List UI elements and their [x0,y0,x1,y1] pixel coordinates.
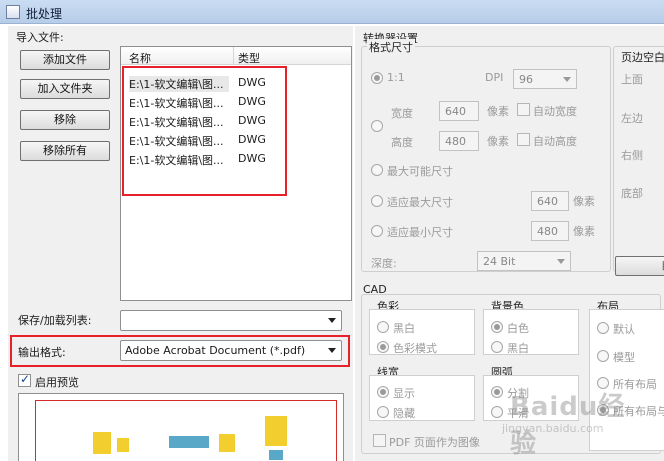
color-bw-label: 黑白 [393,322,415,335]
preview-drawing-block [169,436,209,448]
enable-preview-label: 启用预览 [35,376,79,389]
width-unit: 像素 [487,105,509,118]
color-mode-radio[interactable] [377,341,389,353]
margins-title: 页边空白 [619,49,664,65]
save-list-label: 保存/加载列表: [18,314,92,327]
preview-pane [18,393,344,461]
ratio-label: 1:1 [387,71,405,84]
remove-button[interactable]: 移除 [20,110,110,130]
fit-max-radio[interactable] [371,195,383,207]
dpi-label: DPI [485,71,504,84]
custom-size-radio[interactable] [371,120,383,132]
depth-label: 深度: [371,257,397,270]
depth-combo[interactable]: 24 Bit [477,251,571,271]
layout-all-with-radio[interactable] [597,404,609,416]
fit-min-field[interactable]: 480 [531,221,569,241]
add-file-button[interactable]: 添加文件 [20,50,110,70]
preview-drawing-block [265,416,287,446]
output-format-highlight [10,335,350,367]
arc-split-radio[interactable] [491,386,503,398]
add-folder-button[interactable]: 加入文件夹 [20,79,110,99]
max-possible-radio[interactable] [371,164,383,176]
background-bw-radio[interactable] [491,341,503,353]
width-value: 640 [445,105,466,118]
layout-model-radio[interactable] [597,350,609,362]
auto-width-label: 自动宽度 [533,105,577,118]
max-possible-label: 最大可能尺寸 [387,165,453,178]
lineweight-hide-radio[interactable] [377,406,389,418]
enable-preview-checkbox[interactable] [18,372,31,387]
preview-drawing-block [93,432,111,454]
lineweight-show-label: 显示 [393,387,415,400]
ratio-radio[interactable] [371,72,383,84]
layout-default-radio[interactable] [597,322,609,334]
margin-right-label: 右侧 [621,149,643,162]
left-pane: 导入文件: 添加文件 加入文件夹 移除 移除所有 名称 类型 E:\1-软文编辑… [8,26,353,461]
chevron-down-icon [328,318,336,323]
fit-max-value: 640 [537,195,558,208]
window-title: 批处理 [26,7,63,21]
column-separator [233,47,234,65]
format-size-title: 格式尺寸 [367,39,415,55]
height-value: 480 [445,135,466,148]
fit-min-radio[interactable] [371,225,383,237]
dpi-combo[interactable]: 96 [513,69,577,89]
background-bw-label: 黑白 [507,342,529,355]
height-unit: 像素 [487,135,509,148]
width-field[interactable]: 640 [439,101,479,121]
fit-max-field[interactable]: 640 [531,191,569,211]
fit-min-label: 适应最小尺寸 [387,226,453,239]
depth-value: 24 Bit [483,255,516,268]
layout-default-label: 默认 [613,323,635,336]
pdf-as-image-checkbox[interactable] [373,434,386,447]
title-bar: 批处理 [0,0,664,24]
layout-all-label: 所有布局 [613,378,657,391]
color-bw-radio[interactable] [377,321,389,333]
fit-min-value: 480 [537,225,558,238]
dpi-value: 96 [519,73,533,86]
height-label: 高度 [391,136,413,149]
width-label: 宽度 [391,107,413,120]
preview-drawing-block [269,450,283,460]
lineweight-hide-label: 隐藏 [393,407,415,420]
fit-min-unit: 像素 [573,225,595,238]
fit-max-unit: 像素 [573,195,595,208]
preview-drawing-frame [35,400,337,461]
background-white-radio[interactable] [491,321,503,333]
margin-apply-button[interactable]: 自 [615,256,664,276]
margin-top-label: 上面 [621,73,643,86]
auto-width-checkbox[interactable] [517,103,530,116]
margin-left-label: 左边 [621,112,643,125]
margin-bottom-label: 底部 [621,187,643,200]
file-list-highlight [122,66,287,196]
arc-smooth-label: 平滑 [507,407,529,420]
auto-height-label: 自动高度 [533,135,577,148]
remove-all-button[interactable]: 移除所有 [20,141,110,161]
auto-height-checkbox[interactable] [517,133,530,146]
converter-pane: 转换器设置 格式尺寸 1:1 DPI 96 宽度 640 像素 自动宽度 高度 … [355,26,664,461]
arc-split-label: 分割 [507,387,529,400]
preview-drawing-block [117,438,129,452]
chevron-down-icon [563,77,571,82]
fit-max-label: 适应最大尺寸 [387,196,453,209]
preview-drawing-block [219,434,235,452]
save-list-combo[interactable] [120,310,342,331]
column-type[interactable]: 类型 [238,50,260,66]
lineweight-show-radio[interactable] [377,386,389,398]
layout-model-label: 模型 [613,351,635,364]
column-name[interactable]: 名称 [129,50,151,66]
pdf-as-image-label: PDF 页面作为图像 [389,436,480,449]
file-list-header: 名称 类型 [121,47,351,65]
color-mode-label: 色彩模式 [393,342,437,355]
arc-smooth-radio[interactable] [491,406,503,418]
height-field[interactable]: 480 [439,131,479,151]
layout-all-with-label: 所有布局与 [613,405,664,418]
import-files-label: 导入文件: [16,31,64,44]
chevron-down-icon [557,259,565,264]
background-white-label: 白色 [507,322,529,335]
layout-all-radio[interactable] [597,377,609,389]
app-icon [6,5,20,19]
